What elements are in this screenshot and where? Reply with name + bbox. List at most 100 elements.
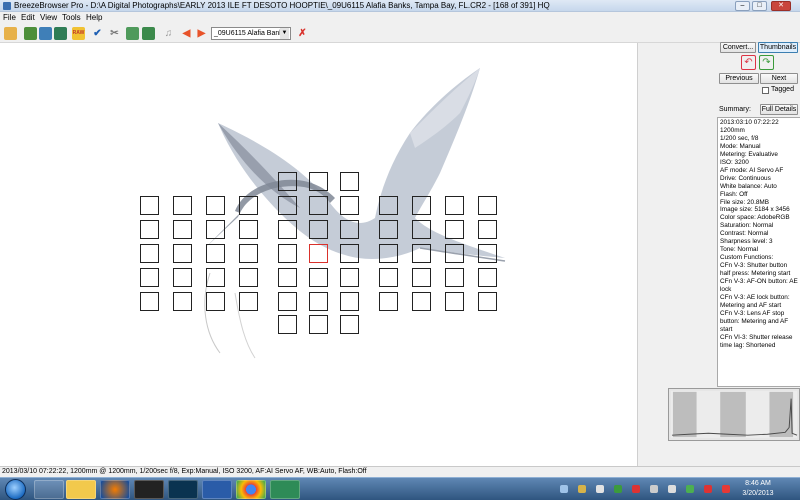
tray-icon[interactable] [596, 485, 604, 493]
menu-view[interactable]: View [40, 12, 57, 24]
af-point [140, 268, 159, 287]
word-icon[interactable] [202, 480, 232, 499]
af-point [140, 196, 159, 215]
af-point [412, 244, 431, 263]
photoshop-icon[interactable] [168, 480, 198, 499]
tray-icon[interactable] [578, 485, 586, 493]
exif-line: Sharpness level: 3 [720, 238, 773, 246]
tagged-checkbox[interactable] [762, 87, 769, 94]
start-button[interactable] [5, 479, 26, 500]
exif-info-box[interactable]: 2013:03:10 07:22:22 1200mm 1/200 sec, f/8 M… [717, 117, 800, 387]
af-point [239, 292, 258, 311]
exif-line: Saturation: Normal [720, 222, 774, 230]
open-folder-icon[interactable] [4, 27, 17, 40]
menu-edit[interactable]: Edit [21, 12, 35, 24]
af-point [140, 220, 159, 239]
af-point [278, 292, 297, 311]
exif-line: 2013:03:10 07:22:22 [720, 119, 779, 126]
raw-icon[interactable]: RAW [72, 27, 85, 40]
menu-tools[interactable]: Tools [62, 12, 81, 24]
convert-button[interactable]: Convert... [720, 42, 756, 53]
edit-image-icon[interactable] [126, 27, 139, 40]
af-point [239, 244, 258, 263]
exif-line: CFn V-3: Shutter button half press: Mete… [720, 262, 791, 278]
af-point [340, 196, 359, 215]
checkmark-icon[interactable]: ✔ [91, 27, 104, 40]
exif-line: CFn V-3: Lens AF stop button: Metering a… [720, 309, 789, 333]
thumbnails-button[interactable]: Thumbnails [758, 42, 798, 53]
af-point [379, 292, 398, 311]
af-point [340, 220, 359, 239]
tools-icon[interactable]: ✂ [108, 27, 121, 40]
tray-icon[interactable] [614, 485, 622, 493]
close-button[interactable]: ✕ [771, 1, 791, 11]
firefox-icon[interactable] [100, 480, 130, 499]
image-viewer[interactable] [0, 43, 637, 466]
af-point [239, 196, 258, 215]
raw-label: RAW [72, 30, 85, 36]
af-point [340, 172, 359, 191]
tray-icon[interactable] [722, 485, 730, 493]
af-point [340, 244, 359, 263]
chrome-icon[interactable] [236, 480, 266, 499]
tray-icon[interactable] [686, 485, 694, 493]
tagged-label: Tagged [771, 86, 794, 93]
exif-line: Image size: 5184 x 3456 [720, 206, 790, 214]
exif-line: Metering: Evaluative [720, 150, 778, 158]
camera-app-icon[interactable] [134, 480, 164, 499]
bird-app-icon[interactable] [270, 480, 300, 499]
full-details-button[interactable]: Full Details [760, 104, 798, 115]
exif-line: Color space: AdobeRGB [720, 214, 790, 222]
af-point [412, 292, 431, 311]
af-point [379, 268, 398, 287]
rotate-right-icon[interactable]: ↷ [759, 55, 774, 70]
af-point [445, 220, 464, 239]
folder-icon[interactable] [66, 480, 96, 499]
af-point [445, 196, 464, 215]
exif-line: Custom Functions: [720, 254, 774, 262]
compare-icon[interactable] [39, 27, 52, 40]
image-adjust-icon[interactable] [142, 27, 155, 40]
af-point [340, 268, 359, 287]
tray-icon[interactable] [704, 485, 712, 493]
clock-date: 3/20/2013 [742, 490, 774, 497]
tray-icon[interactable] [560, 485, 568, 493]
af-point [173, 220, 192, 239]
status-bar: 2013/03/10 07:22:22, 1200mm @ 1200mm, 1/… [0, 466, 800, 477]
network-icon[interactable] [650, 485, 658, 493]
af-point [379, 220, 398, 239]
music-icon[interactable]: ♫ [162, 27, 175, 40]
next-arrow-icon[interactable]: ▶ [195, 27, 208, 40]
previous-arrow-icon[interactable]: ◀ [180, 27, 193, 40]
af-point [445, 292, 464, 311]
minimize-button[interactable]: – [735, 1, 750, 11]
af-point [173, 196, 192, 215]
exif-line: Flash: Off [720, 190, 748, 198]
af-point [206, 244, 225, 263]
file-select[interactable]: _09U6115 Alafia Banks ▼ [211, 27, 291, 40]
exif-line: CFn V-3: AE lock button: Metering and AF… [720, 293, 790, 309]
image-icon[interactable] [54, 27, 67, 40]
explorer-icon[interactable] [34, 480, 64, 499]
af-point [478, 268, 497, 287]
af-point [140, 292, 159, 311]
menu-help[interactable]: Help [86, 12, 102, 24]
af-point [278, 268, 297, 287]
exif-line: CFn V-3: AF-ON button: AE lock [720, 278, 798, 294]
rotate-left-icon[interactable]: ↶ [741, 55, 756, 70]
maximize-button[interactable]: □ [752, 1, 767, 11]
next-button[interactable]: Next [760, 73, 798, 84]
delete-icon[interactable]: ✗ [296, 27, 309, 40]
previous-button[interactable]: Previous [719, 73, 759, 84]
af-point [379, 244, 398, 263]
thumbnails-icon[interactable] [24, 27, 37, 40]
tray-icon[interactable] [632, 485, 640, 493]
clock[interactable]: 8:46 AM 3/20/2013 [736, 479, 780, 499]
af-point [278, 244, 297, 263]
af-point [309, 220, 328, 239]
menu-file[interactable]: File [3, 12, 16, 24]
af-point [412, 268, 431, 287]
volume-icon[interactable] [668, 485, 676, 493]
af-point [412, 220, 431, 239]
af-point [278, 315, 297, 334]
